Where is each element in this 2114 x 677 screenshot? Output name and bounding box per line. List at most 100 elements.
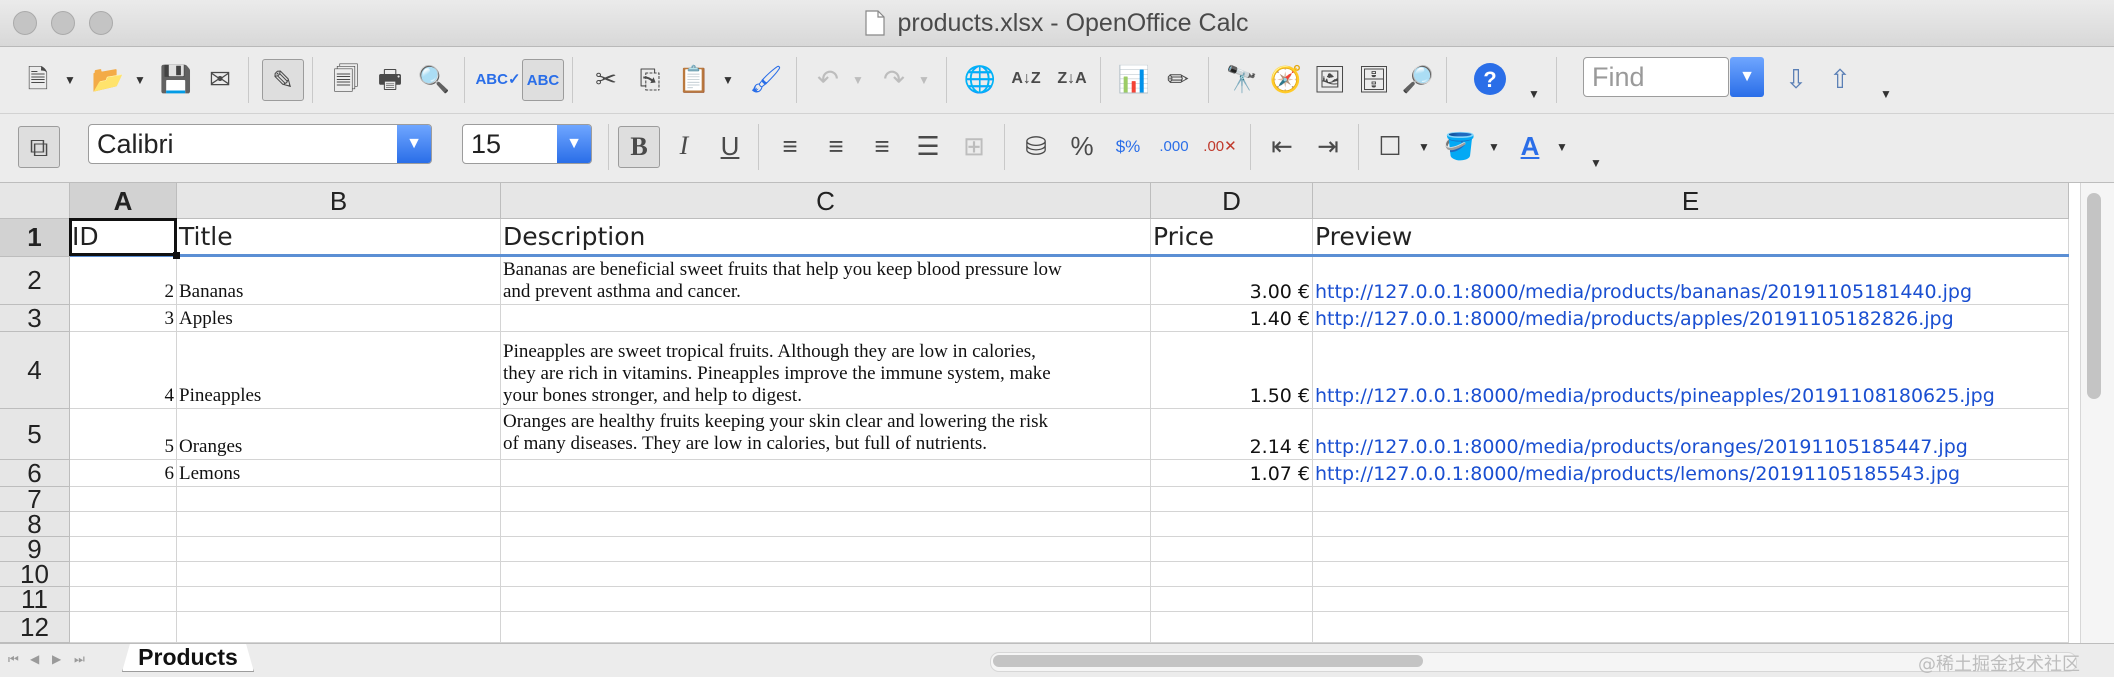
undo-icon[interactable]: ↶ — [808, 59, 848, 99]
export-pdf-icon[interactable]: 🗐 — [326, 59, 366, 99]
hyperlink[interactable]: http://127.0.0.1:8000/media/products/app… — [1315, 308, 2066, 330]
find-replace-icon[interactable]: 🔭 — [1222, 59, 1262, 99]
hyperlink[interactable]: http://127.0.0.1:8000/media/products/ban… — [1315, 281, 2066, 303]
navigator-icon[interactable]: 🧭 — [1266, 59, 1306, 99]
select-all-corner[interactable] — [0, 183, 70, 219]
empty-cell[interactable] — [1151, 587, 1313, 612]
empty-cell[interactable] — [70, 487, 177, 512]
empty-cell[interactable] — [177, 512, 501, 537]
horizontal-scrollbar-thumb[interactable] — [993, 655, 1423, 667]
find-input[interactable]: Find — [1583, 57, 1729, 97]
spreadsheet-grid[interactable]: A B C D E 1 2 3 4 5 6 7 8 9 10 11 12 ID … — [0, 183, 2080, 643]
italic-icon[interactable]: I — [664, 126, 704, 166]
empty-cell[interactable] — [1313, 562, 2069, 587]
cell-d2[interactable]: 3.00 € — [1151, 257, 1313, 305]
currency-format-icon[interactable]: ⛁ — [1016, 126, 1056, 166]
empty-cell[interactable] — [177, 562, 501, 587]
cell-a3[interactable]: 3 — [70, 305, 177, 332]
print-icon[interactable]: 🖶 — [370, 59, 410, 99]
chevron-down-icon[interactable]: ▼ — [1528, 87, 1540, 101]
hyperlink[interactable]: http://127.0.0.1:8000/media/products/pin… — [1315, 385, 2066, 407]
cut-icon[interactable]: ✂ — [586, 59, 626, 99]
chevron-down-icon[interactable]: ▼ — [852, 73, 864, 87]
find-dropdown-button[interactable]: ▼ — [1730, 57, 1764, 97]
next-sheet-icon[interactable]: ▶ — [52, 652, 61, 666]
hyperlink[interactable]: http://127.0.0.1:8000/media/products/ora… — [1315, 436, 2066, 458]
empty-cell[interactable] — [177, 487, 501, 512]
decrease-indent-icon[interactable]: ⇤ — [1262, 126, 1302, 166]
sheet-tab-products[interactable]: Products — [122, 644, 254, 672]
cell-b6[interactable]: Lemons — [177, 460, 501, 487]
chevron-down-icon[interactable]: ▼ — [134, 73, 146, 87]
underline-icon[interactable]: U — [710, 126, 750, 166]
chevron-down-icon[interactable]: ▼ — [1418, 140, 1430, 154]
gallery-icon[interactable]: 🖼 — [1310, 59, 1350, 99]
cell-a5[interactable]: 5 — [70, 409, 177, 460]
cell-c1[interactable]: Description — [501, 219, 1151, 257]
find-previous-icon[interactable]: ⇧ — [1820, 59, 1860, 99]
empty-cell[interactable] — [501, 512, 1151, 537]
empty-cell[interactable] — [1151, 612, 1313, 643]
cell-c6[interactable] — [501, 460, 1151, 487]
justify-icon[interactable]: ☰ — [908, 126, 948, 166]
empty-cell[interactable] — [501, 587, 1151, 612]
previous-sheet-icon[interactable]: ◀ — [30, 652, 39, 666]
chevron-down-icon[interactable]: ▼ — [1880, 87, 1892, 101]
row-header-2[interactable]: 2 — [0, 257, 70, 305]
cell-b4[interactable]: Pineapples — [177, 332, 501, 409]
percent-format-icon[interactable]: % — [1062, 126, 1102, 166]
cell-d4[interactable]: 1.50 € — [1151, 332, 1313, 409]
empty-cell[interactable] — [70, 512, 177, 537]
cell-d5[interactable]: 2.14 € — [1151, 409, 1313, 460]
spellcheck-icon[interactable]: ABC✓ — [475, 59, 520, 99]
vertical-scrollbar-thumb[interactable] — [2087, 193, 2101, 399]
cell-a4[interactable]: 4 — [70, 332, 177, 409]
column-header-d[interactable]: D — [1151, 183, 1313, 219]
find-next-icon[interactable]: ⇩ — [1776, 59, 1816, 99]
standard-format-icon[interactable]: $% — [1108, 126, 1148, 166]
align-center-icon[interactable]: ≡ — [816, 126, 856, 166]
cell-e2[interactable]: http://127.0.0.1:8000/media/products/ban… — [1313, 257, 2069, 305]
empty-cell[interactable] — [70, 612, 177, 643]
cell-b3[interactable]: Apples — [177, 305, 501, 332]
empty-cell[interactable] — [177, 587, 501, 612]
open-folder-icon[interactable]: 📂 — [88, 59, 128, 99]
cell-c4[interactable]: Pineapples are sweet tropical fruits. Al… — [501, 332, 1151, 409]
sort-ascending-icon[interactable]: A↓Z — [1006, 59, 1046, 99]
row-header-4[interactable]: 4 — [0, 332, 70, 409]
empty-cell[interactable] — [1313, 587, 2069, 612]
copy-icon[interactable]: ⎘ — [630, 59, 670, 99]
chevron-down-icon[interactable]: ▼ — [1590, 156, 1602, 170]
empty-cell[interactable] — [177, 537, 501, 562]
hyperlink[interactable]: http://127.0.0.1:8000/media/products/lem… — [1315, 463, 2066, 485]
row-header-3[interactable]: 3 — [0, 303, 70, 333]
styles-formatting-icon[interactable]: ⧉ — [18, 126, 60, 168]
cell-a2[interactable]: 2 — [70, 257, 177, 305]
font-color-icon[interactable]: A — [1510, 126, 1550, 166]
empty-cell[interactable] — [1151, 562, 1313, 587]
chevron-down-icon[interactable]: ▼ — [64, 73, 76, 87]
hyperlink-icon[interactable]: 🌐 — [960, 59, 1000, 99]
empty-cell[interactable] — [1313, 612, 2069, 643]
chevron-down-icon[interactable]: ▼ — [1488, 140, 1500, 154]
empty-cell[interactable] — [70, 537, 177, 562]
help-icon[interactable]: ? — [1470, 59, 1510, 99]
sort-descending-icon[interactable]: Z↓A — [1052, 59, 1092, 99]
paste-icon[interactable]: 📋 — [674, 59, 714, 99]
cell-c5[interactable]: Oranges are healthy fruits keeping your … — [501, 409, 1151, 460]
chevron-down-icon[interactable]: ▼ — [1556, 140, 1568, 154]
empty-cell[interactable] — [501, 537, 1151, 562]
redo-icon[interactable]: ↷ — [874, 59, 914, 99]
font-name-select[interactable]: Calibri ▼ — [88, 124, 432, 164]
bold-icon[interactable]: B — [618, 126, 660, 168]
new-document-icon[interactable]: 🗎 — [18, 59, 58, 99]
first-sheet-icon[interactable]: ⏮ — [8, 652, 19, 667]
cell-e3[interactable]: http://127.0.0.1:8000/media/products/app… — [1313, 305, 2069, 332]
cell-d6[interactable]: 1.07 € — [1151, 460, 1313, 487]
chevron-down-icon[interactable]: ▼ — [557, 125, 591, 163]
background-color-icon[interactable]: 🪣 — [1440, 126, 1480, 166]
increase-indent-icon[interactable]: ⇥ — [1308, 126, 1348, 166]
align-right-icon[interactable]: ≡ — [862, 126, 902, 166]
cell-d3[interactable]: 1.40 € — [1151, 305, 1313, 332]
chart-icon[interactable]: 📊 — [1114, 59, 1154, 99]
